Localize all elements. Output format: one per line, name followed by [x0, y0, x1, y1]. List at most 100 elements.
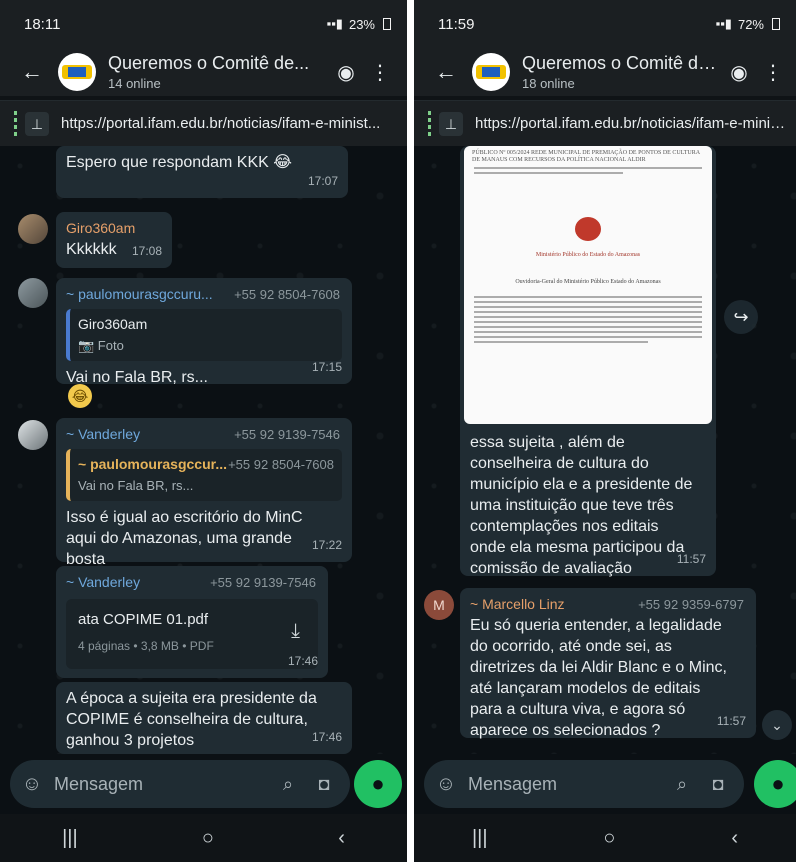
- status-time: 11:59: [438, 15, 475, 33]
- emoji-icon[interactable]: ☺: [424, 773, 468, 796]
- message-bubble[interactable]: ~ Vanderley +55 92 9139-7546 ata COPIME …: [56, 566, 328, 678]
- message-bubble[interactable]: ~ paulomourasgccuru... +55 92 8504-7608 …: [56, 278, 352, 386]
- group-avatar[interactable]: [472, 53, 510, 91]
- forward-icon[interactable]: ↪: [724, 300, 758, 334]
- recents-icon[interactable]: |||: [62, 827, 78, 850]
- message-bubble[interactable]: Giro360am Kkkkkk 17:08: [56, 212, 172, 268]
- quoted-message[interactable]: Giro360am 📷 Foto: [66, 309, 342, 361]
- attach-icon[interactable]: ⌕: [270, 774, 306, 795]
- message-time: 11:57: [676, 552, 706, 566]
- system-nav-bar: ||| ○ ‹: [0, 814, 407, 862]
- message-time: 17:46: [311, 730, 342, 744]
- message-text: A época a sujeita era presidente da COPI…: [66, 690, 317, 749]
- sender-phone: +55 92 9139-7546: [210, 575, 316, 590]
- system-nav-bar: ||| ○ ‹: [414, 814, 796, 862]
- message-time: 17:08: [131, 244, 162, 258]
- message-text: Isso é igual ao escritório do MinC aqui …: [66, 509, 303, 568]
- reaction-badge[interactable]: 😂: [68, 384, 92, 408]
- camera-icon[interactable]: ◘: [700, 774, 736, 795]
- message-bubble[interactable]: ~ Vanderley +55 92 9139-7546 ~ paulomour…: [56, 418, 352, 568]
- quoted-message[interactable]: ~ paulomourasgccur... +55 92 8504-7608 V…: [66, 449, 342, 501]
- home-icon[interactable]: ○: [603, 827, 615, 850]
- sender-phone: +55 92 9139-7546: [234, 427, 340, 442]
- mic-button[interactable]: ●: [754, 760, 796, 808]
- quote-text: Vai no Fala BR, rs...: [78, 478, 194, 493]
- pinned-message-bar[interactable]: ⊥ https://portal.ifam.edu.br/noticias/if…: [0, 100, 407, 146]
- group-title: Queremos o Comitê de...: [522, 53, 722, 73]
- file-meta: 4 páginas • 3,8 MB • PDF: [78, 639, 214, 653]
- chat-header: ← Queremos o Comitê de... 14 online ◉ ⋮: [0, 48, 407, 96]
- right-screenshot: 11:59 ▪▪▮ 72% ← Queremos o Comitê de... …: [414, 0, 796, 862]
- pin-indicator: [14, 110, 17, 137]
- message-bubble[interactable]: PÚBLICO Nº 005/2024 REDE MUNICIPAL DE PR…: [460, 146, 716, 577]
- battery-icon: [383, 18, 391, 30]
- avatar[interactable]: [18, 278, 48, 308]
- pin-icon: ⊥: [439, 111, 463, 136]
- message-text: Espero que respondam KKK 😂: [66, 154, 292, 171]
- recents-icon[interactable]: |||: [472, 827, 488, 850]
- message-input[interactable]: ☺ Mensagem ⌕ ◘: [424, 760, 744, 808]
- message-placeholder[interactable]: Mensagem: [54, 774, 270, 795]
- back-icon[interactable]: ←: [12, 59, 52, 85]
- sender-phone: +55 92 9359-6797: [638, 597, 744, 612]
- more-icon[interactable]: ⋮: [756, 60, 790, 85]
- message-text: Eu só queria entender, a legalidade do o…: [470, 617, 727, 739]
- pin-icon: ⊥: [25, 111, 49, 136]
- message-list[interactable]: Espero que respondam KKK 😂 17:07 Giro360…: [0, 146, 407, 754]
- avatar[interactable]: [18, 420, 48, 450]
- message-text: Kkkkkk: [66, 241, 117, 258]
- message-list[interactable]: PÚBLICO Nº 005/2024 REDE MUNICIPAL DE PR…: [414, 146, 796, 754]
- file-attachment[interactable]: ata COPIME 01.pdf 4 páginas • 3,8 MB • P…: [66, 599, 318, 669]
- left-screenshot: 18:11 ▪▪▮ 23% ← Queremos o Comitê de... …: [0, 0, 407, 862]
- status-icon[interactable]: ◉: [329, 60, 363, 85]
- message-bubble[interactable]: Espero que respondam KKK 😂 17:07: [56, 146, 348, 198]
- emoji-icon[interactable]: ☺: [10, 773, 54, 796]
- status-bar: 11:59 ▪▪▮ 72%: [414, 0, 796, 48]
- pinned-message-bar[interactable]: ⊥ https://portal.ifam.edu.br/noticias/if…: [414, 100, 796, 146]
- chat-title-block[interactable]: Queremos o Comitê de... 18 online: [522, 53, 722, 91]
- battery-icon: [772, 18, 780, 30]
- message-time: 17:07: [307, 174, 338, 188]
- document-subtitle: Ouvidoria-Geral do Ministério Público Es…: [515, 279, 661, 285]
- avatar[interactable]: [18, 214, 48, 244]
- document-image[interactable]: PÚBLICO Nº 005/2024 REDE MUNICIPAL DE PR…: [464, 146, 712, 424]
- more-icon[interactable]: ⋮: [363, 60, 397, 85]
- message-bubble[interactable]: A época a sujeita era presidente da COPI…: [56, 682, 352, 754]
- document-agency: Ministério Público do Estado do Amazonas: [535, 252, 641, 258]
- pinned-link[interactable]: https://portal.ifam.edu.br/noticias/ifam…: [61, 115, 407, 132]
- status-icon[interactable]: ◉: [722, 60, 756, 85]
- back-nav-icon[interactable]: ‹: [731, 827, 738, 850]
- signal-icon: ▪▪▮: [326, 16, 343, 31]
- chat-title-block[interactable]: Queremos o Comitê de... 14 online: [108, 53, 329, 91]
- quote-sender: Giro360am: [78, 316, 148, 332]
- pin-indicator: [428, 110, 431, 137]
- message-bubble[interactable]: ~ Marcello Linz +55 92 9359-6797 Eu só q…: [460, 588, 756, 739]
- home-icon[interactable]: ○: [202, 827, 214, 850]
- quote-phone: +55 92 8504-7608: [228, 457, 334, 472]
- online-count: 14 online: [108, 76, 161, 91]
- mic-button[interactable]: ●: [354, 760, 402, 808]
- message-time: 17:46: [287, 654, 318, 668]
- status-time: 18:11: [24, 15, 61, 33]
- composer: ☺ Mensagem ⌕ ◘ ●: [0, 754, 407, 814]
- group-title: Queremos o Comitê de...: [108, 53, 310, 73]
- sender-phone: +55 92 8504-7608: [234, 287, 340, 302]
- document-header-text: PÚBLICO Nº 005/2024 REDE MUNICIPAL DE PR…: [472, 150, 700, 163]
- pinned-link[interactable]: https://portal.ifam.edu.br/noticias/ifam…: [475, 115, 796, 132]
- back-nav-icon[interactable]: ‹: [338, 827, 345, 850]
- message-placeholder[interactable]: Mensagem: [468, 774, 664, 795]
- online-count: 18 online: [522, 76, 575, 91]
- camera-icon[interactable]: ◘: [306, 774, 342, 795]
- group-avatar[interactable]: [58, 53, 96, 91]
- avatar[interactable]: M: [424, 590, 454, 620]
- composer: ☺ Mensagem ⌕ ◘ ●: [414, 754, 796, 814]
- attach-icon[interactable]: ⌕: [664, 774, 700, 795]
- scroll-down-button[interactable]: ⌄: [762, 710, 792, 740]
- sender-name[interactable]: Giro360am: [66, 218, 135, 239]
- chat-header: ← Queremos o Comitê de... 18 online ◉ ⋮: [414, 48, 796, 96]
- file-name: ata COPIME 01.pdf: [78, 611, 209, 628]
- back-icon[interactable]: ←: [426, 59, 466, 85]
- download-icon[interactable]: ⤓: [291, 621, 300, 642]
- message-input[interactable]: ☺ Mensagem ⌕ ◘: [10, 760, 350, 808]
- battery-percent: 72%: [737, 16, 764, 32]
